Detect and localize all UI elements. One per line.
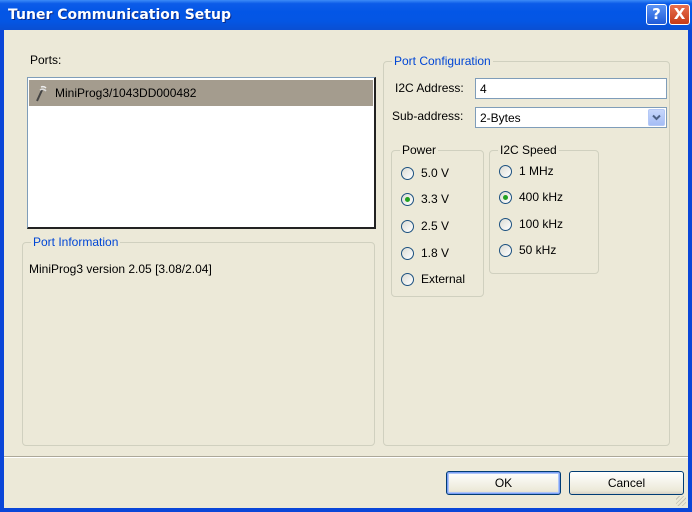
radio-button-checked[interactable] [499,191,512,204]
speed-option-label: 1 MHz [519,164,554,178]
i2c-speed-title: I2C Speed [498,143,559,157]
speed-option-label: 100 kHz [519,217,564,231]
sub-address-label: Sub-address: [392,109,464,123]
power-option-label: 3.3 V [421,192,450,206]
power-option-label: 5.0 V [421,166,450,180]
help-button[interactable]: ? [646,4,667,25]
power-option-label: External [421,272,466,286]
title-bar[interactable]: Tuner Communication Setup ? X [0,0,692,30]
radio-button[interactable] [401,273,414,286]
port-information-text: MiniProg3 version 2.05 [3.08/2.04] [29,262,212,276]
power-option-label: 1.8 V [421,246,450,260]
radio-button[interactable] [499,218,512,231]
radio-button[interactable] [499,165,512,178]
radio-button-checked[interactable] [401,193,414,206]
resize-grip[interactable] [676,496,686,506]
ports-list[interactable]: MiniProg3/1043DD000482 [27,77,376,229]
sub-address-value: 2-Bytes [480,111,521,125]
probe-icon [36,85,47,102]
radio-button[interactable] [401,247,414,260]
ok-button[interactable]: OK [446,471,561,495]
port-configuration-title: Port Configuration [392,54,493,68]
power-option-label: 2.5 V [421,219,450,233]
port-item-label: MiniProg3/1043DD000482 [55,86,197,100]
i2c-address-input[interactable]: 4 [475,78,667,99]
list-item-port[interactable]: MiniProg3/1043DD000482 [29,80,373,106]
window-title: Tuner Communication Setup [8,7,231,23]
chevron-down-icon[interactable] [648,109,665,126]
radio-button[interactable] [401,220,414,233]
speed-option-label: 400 kHz [519,190,564,204]
radio-button[interactable] [499,244,512,257]
ports-label: Ports: [30,53,62,67]
cancel-button[interactable]: Cancel [569,471,684,495]
sub-address-select[interactable]: 2-Bytes [475,107,667,128]
speed-option-label: 50 kHz [519,243,557,257]
i2c-address-label: I2C Address: [395,81,464,95]
power-title: Power [400,143,439,157]
close-button[interactable]: X [669,4,690,25]
port-information-title: Port Information [31,235,121,249]
port-information-group: Port Information MiniProg3 version 2.05 … [22,235,375,446]
footer-separator [4,456,688,458]
radio-button[interactable] [401,167,414,180]
